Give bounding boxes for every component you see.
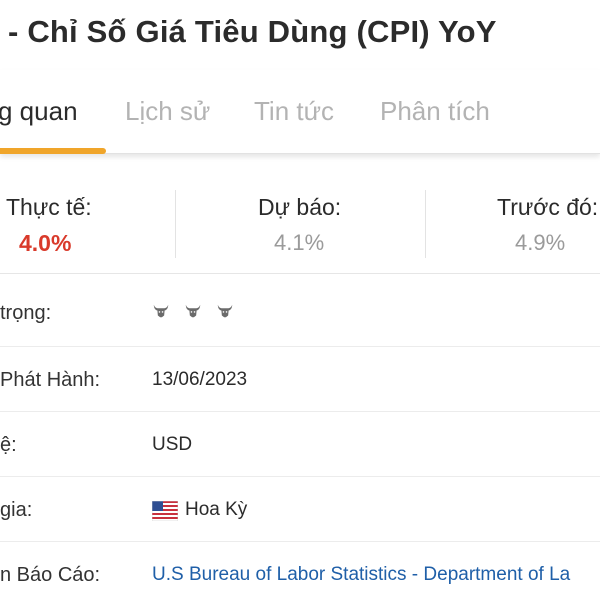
- currency-label: ệ:: [0, 434, 17, 456]
- source-link[interactable]: U.S Bureau of Labor Statistics - Departm…: [152, 564, 570, 586]
- country-label: gia:: [0, 499, 33, 521]
- importance-label: trọng:: [0, 302, 52, 324]
- currency-row: ệ: USD: [0, 412, 600, 477]
- forecast-value: 4.1%: [274, 230, 325, 255]
- release-date-row: Phát Hành: 13/06/2023: [0, 347, 600, 412]
- forecast-label: Dự báo:: [258, 194, 342, 220]
- source-row: n Báo Cáo: U.S Bureau of Labor Statistic…: [0, 542, 600, 600]
- active-tab-indicator: [0, 148, 106, 154]
- bull-icon: [153, 304, 169, 318]
- bull-icon: [217, 304, 233, 318]
- tab-bar: g quan Lịch sử Tin tức Phân tích: [0, 70, 600, 170]
- stats-panel: Thực tế: 4.0% Dự báo: 4.1% Trước đó: 4.9…: [0, 186, 600, 274]
- importance-row: trọng:: [0, 282, 600, 347]
- source-label: n Báo Cáo:: [0, 564, 101, 586]
- previous-value: 4.9%: [515, 230, 566, 255]
- page-title: - Chỉ Số Giá Tiêu Dùng (CPI) YoY: [8, 14, 497, 49]
- tab-history[interactable]: Lịch sử: [125, 96, 210, 127]
- country-value: Hoa Kỳ: [185, 499, 248, 520]
- currency-value: USD: [152, 434, 193, 455]
- tab-news[interactable]: Tin tức: [254, 96, 334, 127]
- us-flag-icon: [152, 501, 178, 521]
- actual-label: Thực tế:: [6, 194, 92, 220]
- bull-icon: [185, 304, 201, 318]
- tab-overview[interactable]: g quan: [0, 96, 78, 127]
- stats-divider: [425, 190, 426, 258]
- release-date-label: Phát Hành:: [0, 369, 101, 391]
- importance-rating: [152, 302, 234, 320]
- actual-value: 4.0%: [19, 230, 72, 256]
- tab-analysis[interactable]: Phân tích: [380, 96, 490, 127]
- stats-divider: [175, 190, 176, 258]
- country-row: gia: Hoa Kỳ: [0, 477, 600, 542]
- previous-label: Trước đó:: [497, 194, 599, 220]
- release-date-value: 13/06/2023: [152, 369, 248, 390]
